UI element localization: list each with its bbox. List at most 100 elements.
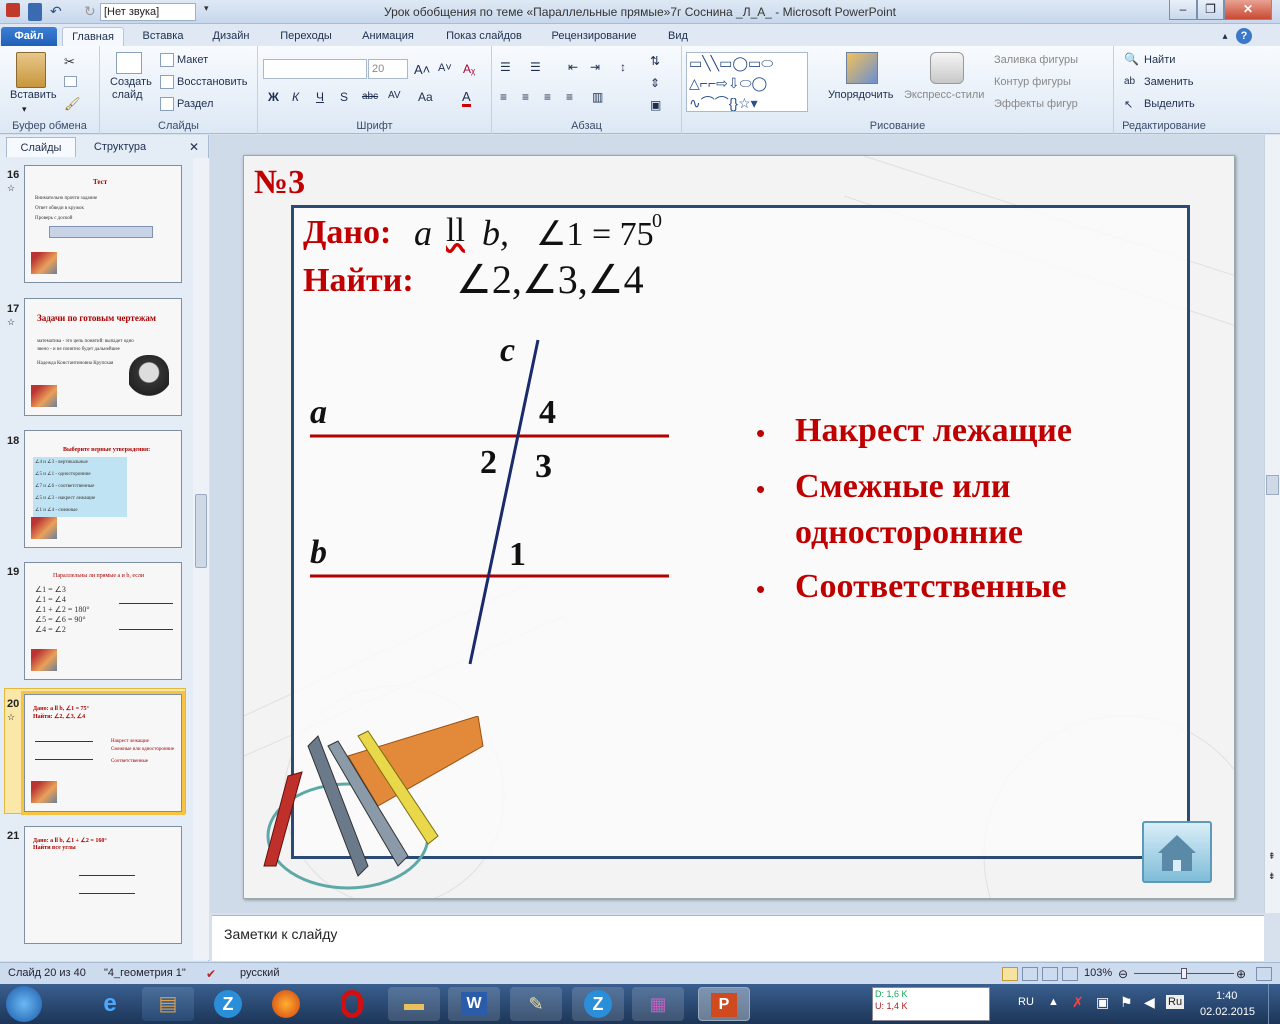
ribbon-collapse-icon[interactable]: ▴	[1218, 27, 1232, 46]
reading-view-icon[interactable]	[1042, 967, 1058, 981]
zoom-in-icon[interactable]: ⊕	[1236, 967, 1246, 981]
find-icon[interactable]: 🔍	[1124, 52, 1139, 66]
shape-effects-button[interactable]: Эффекты фигур	[994, 98, 1078, 110]
shapes-gallery[interactable]: ▭╲╲▭◯▭⬭ △⌐⌐⇨⇩⬭◯ ∿⌒⌒{}☆▾	[686, 52, 808, 112]
home-button[interactable]	[1142, 821, 1212, 883]
start-button[interactable]	[6, 986, 42, 1022]
quick-styles-button[interactable]: Экспресс-стили	[904, 89, 984, 101]
show-desktop-button[interactable]	[1268, 984, 1280, 1024]
tray-ru-icon[interactable]: Ru	[1166, 995, 1185, 1009]
scrollbar-thumb[interactable]	[1266, 475, 1279, 495]
zoom-out-icon[interactable]: ⊖	[1118, 967, 1128, 981]
find-button[interactable]: Найти	[1144, 54, 1175, 66]
align-text-icon[interactable]: ⇕	[650, 76, 660, 90]
slide-scrollbar[interactable]: ⇞ ⇟	[1264, 135, 1280, 913]
slides-pane-scrollbar[interactable]	[193, 158, 209, 960]
clock-time[interactable]: 1:40	[1216, 990, 1237, 1002]
tab-view[interactable]: Вид	[656, 27, 700, 46]
align-left-icon[interactable]: ≡	[500, 90, 507, 104]
word-icon[interactable]: W	[448, 987, 500, 1021]
paste-icon[interactable]	[16, 52, 46, 88]
scrollbar-thumb[interactable]	[195, 494, 207, 568]
shape-fill-button[interactable]: Заливка фигуры	[994, 54, 1078, 66]
opera-icon[interactable]	[326, 987, 378, 1021]
slide[interactable]: №3 Дано: a ll b, ∠1 = 75 0 Найти: ∠2,∠3,…	[243, 155, 1235, 899]
slide-thumb-18[interactable]: Выберите верные утверждения: ∠4 и ∠3 - в…	[24, 430, 182, 548]
zoom-slider-thumb[interactable]	[1181, 968, 1187, 979]
quick-styles-icon[interactable]	[930, 52, 964, 84]
slide-thumb-21[interactable]: Дано: a ll b, ∠1 + ∠2 = 160° Найти все у…	[24, 826, 182, 944]
volume-icon[interactable]: ◀	[1144, 994, 1155, 1011]
smartart-icon[interactable]: ▣	[650, 98, 661, 112]
explorer-icon[interactable]: ▤	[142, 987, 194, 1021]
paste-dropdown-icon[interactable]: ▾	[22, 104, 27, 115]
tab-slides-pane[interactable]: Слайды	[6, 137, 76, 157]
minimize-button[interactable]: –	[1169, 0, 1197, 20]
bold-button[interactable]: Ж	[268, 90, 279, 104]
tab-slideshow[interactable]: Показ слайдов	[432, 27, 536, 46]
zoom-level[interactable]: 103%	[1084, 967, 1112, 979]
layout-icon[interactable]	[160, 53, 174, 67]
arrange-button[interactable]: Упорядочить	[828, 89, 893, 101]
section-button[interactable]: Раздел	[177, 98, 213, 110]
section-icon[interactable]	[160, 97, 174, 111]
reset-button[interactable]: Восстановить	[177, 76, 247, 88]
line-spacing-icon[interactable]: ↕	[620, 60, 626, 74]
z-app-2-icon[interactable]: Z	[572, 987, 624, 1021]
clock-date[interactable]: 02.02.2015	[1200, 1006, 1255, 1018]
notes-placeholder[interactable]: Заметки к слайду	[224, 926, 337, 942]
select-icon[interactable]: ↖	[1124, 98, 1133, 111]
firefox-icon[interactable]	[260, 987, 312, 1021]
reset-icon[interactable]	[160, 75, 174, 89]
format-painter-icon[interactable]: 🖌	[64, 96, 81, 112]
language-indicator[interactable]: русский	[240, 967, 279, 979]
paste-button[interactable]: Вставить	[10, 89, 57, 101]
text-direction-icon[interactable]: ⇅	[650, 54, 660, 68]
copy-icon[interactable]	[64, 76, 77, 87]
replace-button[interactable]: Заменить	[1144, 76, 1193, 88]
change-case-button[interactable]: Aa	[418, 90, 433, 104]
slideshow-icon[interactable]	[1062, 967, 1078, 981]
fit-to-window-icon[interactable]	[1256, 967, 1272, 981]
align-center-icon[interactable]: ≡	[522, 90, 529, 104]
shrink-font-icon[interactable]: A˅	[438, 62, 452, 74]
shape-outline-button[interactable]: Контур фигуры	[994, 76, 1071, 88]
new-slide-label-1[interactable]: Создать	[110, 76, 152, 88]
strikethrough-button[interactable]: abc	[362, 91, 378, 102]
bullets-icon[interactable]: ☰	[500, 60, 511, 74]
justify-icon[interactable]: ≡	[566, 90, 573, 104]
increase-indent-icon[interactable]: ⇥	[590, 60, 600, 74]
decrease-indent-icon[interactable]: ⇤	[568, 60, 578, 74]
geometry-app-icon[interactable]: ✎	[510, 987, 562, 1021]
winrar-icon[interactable]: ▦	[632, 987, 684, 1021]
replace-icon[interactable]: ab	[1124, 76, 1135, 87]
cut-icon[interactable]: ✂	[64, 54, 75, 70]
new-slide-label-2[interactable]: слайд	[112, 89, 143, 101]
tab-review[interactable]: Рецензирование	[542, 27, 646, 46]
font-name-combo[interactable]	[263, 59, 367, 79]
tray-flag-icon[interactable]: ✗	[1072, 994, 1084, 1011]
help-icon[interactable]: ?	[1236, 28, 1252, 44]
clear-format-icon[interactable]: Aᵪ	[463, 62, 475, 76]
folder-icon[interactable]: ▬	[388, 987, 440, 1021]
shadow-button[interactable]: S	[340, 90, 348, 104]
spacing-button[interactable]: AV	[388, 90, 401, 101]
tab-transitions[interactable]: Переходы	[270, 27, 342, 46]
numbering-icon[interactable]: ☰	[530, 60, 541, 74]
underline-button[interactable]: Ч	[316, 90, 324, 104]
select-button[interactable]: Выделить	[1144, 98, 1195, 110]
spellcheck-icon[interactable]: ✔	[206, 967, 216, 981]
close-button[interactable]: ✕	[1224, 0, 1272, 20]
notes-pane[interactable]: Заметки к слайду	[212, 915, 1264, 961]
input-language[interactable]: RU	[1018, 996, 1034, 1008]
font-color-button[interactable]: A	[462, 89, 471, 107]
new-slide-icon[interactable]	[116, 52, 142, 74]
tray-monitor-icon[interactable]: ▣	[1096, 994, 1109, 1011]
previous-slide-icon[interactable]: ⇞	[1268, 851, 1276, 862]
tab-outline-pane[interactable]: Структура	[80, 137, 160, 157]
arrange-icon[interactable]	[846, 52, 878, 84]
tab-file[interactable]: Файл	[1, 27, 57, 46]
network-icon[interactable]: ⚑	[1120, 994, 1133, 1011]
tray-expand-icon[interactable]: ▲	[1048, 996, 1059, 1008]
next-slide-icon[interactable]: ⇟	[1268, 871, 1276, 882]
